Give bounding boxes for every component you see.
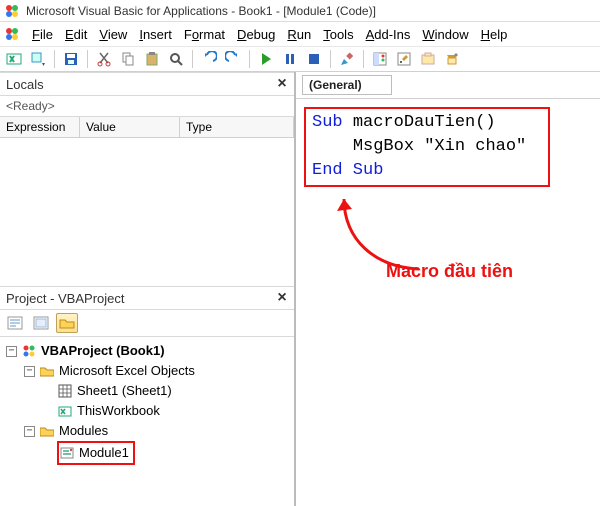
code-editor[interactable]: Sub macroDauTien() MsgBox "Xin chao" End… [296,99,600,506]
menu-help[interactable]: Help [475,25,514,44]
view-excel-icon[interactable] [4,49,24,69]
design-mode-icon[interactable] [337,49,357,69]
stmt-msgbox: MsgBox [353,137,414,156]
project-close-icon[interactable]: × [272,289,292,307]
separator [54,50,55,68]
proc-name: macroDauTien() [353,113,496,132]
folder-icon [39,423,55,439]
menu-tools[interactable]: Tools [317,25,359,44]
col-value[interactable]: Value [80,117,180,137]
break-icon[interactable] [280,49,300,69]
kw-sub: Sub [312,113,343,132]
redo-icon[interactable] [223,49,243,69]
separator [249,50,250,68]
project-toolbar [0,310,294,337]
menu-edit[interactable]: Edit [59,25,93,44]
tree-sheet1[interactable]: Sheet1 (Sheet1) [6,381,290,401]
menu-view[interactable]: View [93,25,133,44]
menu-debug[interactable]: Debug [231,25,281,44]
toggle-folders-icon[interactable] [56,313,78,333]
menu-addins[interactable]: Add-Ins [360,25,417,44]
code-object-bar: (General) [296,72,600,99]
menu-format[interactable]: Format [178,25,231,44]
paste-icon[interactable] [142,49,162,69]
object-combo-value: (General) [309,78,362,92]
col-expression[interactable]: Expression [0,117,80,137]
separator [192,50,193,68]
annotation-label: Macro đầu tiên [386,259,513,283]
save-icon[interactable] [61,49,81,69]
menu-run[interactable]: Run [281,25,317,44]
separator [363,50,364,68]
run-icon[interactable] [256,49,276,69]
locals-ready-status: <Ready> [0,96,294,117]
project-title: Project - VBAProject [6,291,125,306]
module-icon [59,445,75,461]
worksheet-icon [57,383,73,399]
toolbox-icon[interactable] [442,49,462,69]
reset-icon[interactable] [304,49,324,69]
col-type[interactable]: Type [180,117,294,137]
separator [330,50,331,68]
menu-bar: File Edit View Insert Format Debug Run T… [0,22,600,46]
window-title: Microsoft Visual Basic for Applications … [26,4,376,18]
locals-pane-header: Locals × [0,72,294,96]
tree-sheet1-label: Sheet1 (Sheet1) [77,381,172,401]
toolbar [0,46,600,72]
project-explorer-icon[interactable] [370,49,390,69]
tree-modules[interactable]: − Modules [6,421,290,441]
tree-thisworkbook[interactable]: ThisWorkbook [6,401,290,421]
vba-app-icon [4,3,20,19]
code-highlight-box: Sub macroDauTien() MsgBox "Xin chao" End… [304,107,550,187]
title-bar: Microsoft Visual Basic for Applications … [0,0,600,22]
locals-close-icon[interactable]: × [272,75,292,93]
string-literal: "Xin chao" [424,137,526,156]
tree-thisworkbook-label: ThisWorkbook [77,401,160,421]
insert-dropdown-icon[interactable] [28,49,48,69]
tree-root[interactable]: − VBAProject (Book1) [6,341,290,361]
collapse-icon[interactable]: − [6,346,17,357]
tree-excel-objects[interactable]: − Microsoft Excel Objects [6,361,290,381]
project-tree[interactable]: − VBAProject (Book1) − Microsoft Excel O… [0,337,294,506]
workbook-icon [57,403,73,419]
tree-modules-label: Modules [59,421,108,441]
copy-icon[interactable] [118,49,138,69]
tree-module1[interactable]: Module1 [6,441,290,465]
locals-columns-header: Expression Value Type [0,117,294,138]
kw-endsub: End Sub [312,161,383,180]
menu-window[interactable]: Window [416,25,474,44]
locals-grid-body [0,138,294,286]
view-object-icon[interactable] [30,313,52,333]
undo-icon[interactable] [199,49,219,69]
menu-file-rest: ile [40,27,53,42]
tree-excel-objects-label: Microsoft Excel Objects [59,361,195,381]
view-code-icon[interactable] [4,313,26,333]
collapse-icon[interactable]: − [24,366,35,377]
properties-icon[interactable] [394,49,414,69]
folder-icon [39,363,55,379]
tree-root-label: VBAProject (Book1) [41,341,165,361]
menu-insert[interactable]: Insert [133,25,178,44]
find-icon[interactable] [166,49,186,69]
collapse-icon[interactable]: − [24,426,35,437]
locals-title: Locals [6,77,44,92]
project-pane-header: Project - VBAProject × [0,286,294,310]
separator [87,50,88,68]
vba-menu-icon[interactable] [2,24,22,44]
menu-file[interactable]: File [26,25,59,44]
object-combo[interactable]: (General) [302,75,392,95]
vbaproject-icon [21,343,37,359]
object-browser-icon[interactable] [418,49,438,69]
cut-icon[interactable] [94,49,114,69]
tree-module1-label: Module1 [79,443,129,463]
